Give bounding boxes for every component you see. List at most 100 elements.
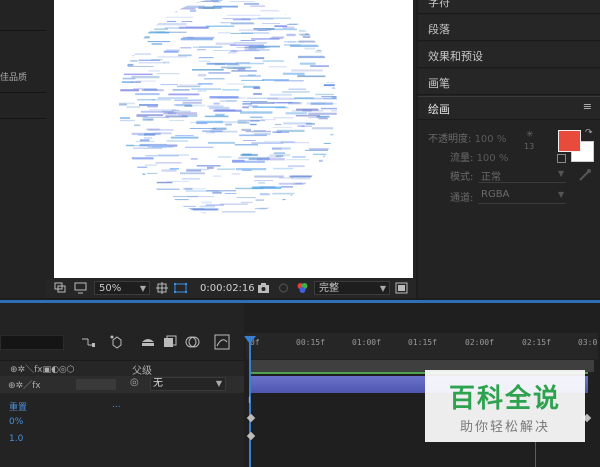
frame-blending-icon[interactable]: [162, 334, 178, 350]
texture-streak: [308, 112, 337, 115]
texture-streak: [206, 25, 235, 27]
texture-streak: [269, 93, 292, 96]
texture-streak: [227, 52, 237, 54]
texture-streak: [165, 115, 188, 118]
texture-streak: [229, 1, 259, 3]
flow-field[interactable]: 流量: 100 %: [450, 149, 508, 164]
region-of-interest-icon[interactable]: [54, 282, 67, 294]
texture-streak: [185, 146, 214, 148]
shy-layers-icon[interactable]: [140, 334, 156, 350]
draft-3d-icon[interactable]: [109, 334, 125, 350]
chevron-down-icon: ▼: [215, 379, 222, 388]
watermark-subtitle: 助你轻松解决: [459, 420, 550, 435]
opacity-field[interactable]: 不透明度: 100 %: [428, 130, 506, 145]
property-value-percent[interactable]: 0%: [9, 417, 23, 427]
texture-streak: [306, 102, 326, 105]
texture-streak: [119, 119, 135, 122]
texture-streak: [298, 40, 320, 43]
texture-streak: [240, 153, 258, 157]
texture-streak: [167, 2, 200, 3]
texture-streak: [354, 61, 360, 62]
panel-effects-presets[interactable]: 效果和预设: [418, 42, 600, 68]
panel-paragraph[interactable]: 段落: [418, 15, 600, 41]
texture-streak: [327, 53, 337, 55]
reset-link[interactable]: 重置: [9, 400, 27, 413]
playhead-handle-icon[interactable]: [244, 336, 256, 344]
texture-streak: [135, 93, 160, 96]
keyframe-navigator-icon[interactable]: I: [248, 396, 251, 406]
viewer-toolbar: 50% ▼ 0:00:02:16 完整 ▼: [46, 279, 416, 298]
texture-streak: [123, 33, 132, 34]
property-options[interactable]: ...: [112, 400, 121, 410]
texture-streak: [240, 201, 253, 204]
channel-dropdown[interactable]: RGBA: [481, 189, 509, 200]
layer-row[interactable]: ⊕✲／fx ◎ 无 ▼: [0, 376, 244, 393]
texture-streak: [332, 19, 337, 22]
texture-streak: [276, 131, 290, 133]
texture-streak: [119, 31, 146, 34]
panel-paint-header[interactable]: 绘画 ≡: [418, 96, 600, 120]
layer-switches[interactable]: ⊕✲／fx: [8, 378, 41, 391]
texture-streak: [176, 212, 206, 215]
chevron-down-icon: ▼: [558, 190, 565, 199]
texture-streak: [254, 57, 265, 60]
texture-streak: [254, 175, 284, 178]
parent-dropdown[interactable]: 无 ▼: [150, 377, 226, 391]
default-colors-icon[interactable]: [557, 154, 566, 163]
composition-canvas[interactable]: [54, 0, 413, 278]
panel-brushes[interactable]: 画笔: [418, 69, 600, 95]
show-snapshot-icon[interactable]: [277, 282, 290, 294]
panel-character[interactable]: 字符: [418, 0, 600, 14]
texture-streak: [348, 116, 356, 117]
color-channels-icon[interactable]: [296, 282, 309, 294]
texture-streak: [230, 23, 255, 25]
texture-streak: [321, 96, 337, 98]
comp-mini-flowchart-icon[interactable]: [80, 334, 96, 350]
texture-streak: [119, 117, 131, 119]
foreground-color-swatch[interactable]: [558, 130, 581, 152]
timeline-search-input[interactable]: [0, 335, 64, 350]
swap-colors-icon[interactable]: ↷: [585, 128, 593, 138]
texture-streak: [341, 76, 374, 77]
texture-streak: [120, 166, 138, 169]
texture-streak: [147, 41, 171, 43]
brush-tip-icon[interactable]: ✳: [526, 130, 534, 140]
ruler-tick-label: 00:15f: [296, 338, 325, 347]
pick-whip-icon[interactable]: ◎: [130, 377, 139, 388]
texture-streak: [177, 5, 205, 8]
motion-blur-icon[interactable]: [185, 334, 201, 350]
zoom-dropdown[interactable]: 50% ▼: [94, 281, 150, 295]
grid-guides-icon[interactable]: [156, 282, 169, 294]
texture-streak: [268, 66, 287, 68]
texture-streak: [191, 88, 221, 90]
texture-streak: [337, 57, 361, 59]
graph-editor-icon[interactable]: [214, 334, 230, 350]
texture-streak: [262, 60, 284, 62]
property-value-number[interactable]: 1.0: [9, 434, 23, 444]
texture-streak: [344, 108, 354, 109]
texture-streak: [280, 186, 293, 188]
texture-streak: [180, 47, 192, 49]
mode-dropdown[interactable]: 正常: [481, 168, 501, 183]
texture-streak: [263, 217, 272, 218]
texture-streak: [136, 114, 164, 116]
camera-snapshot-icon[interactable]: [257, 282, 270, 294]
texture-streak: [255, 208, 271, 210]
layer-switch-boxes[interactable]: [76, 379, 116, 390]
texture-streak: [237, 121, 250, 124]
current-timecode[interactable]: 0:00:02:16: [200, 282, 255, 295]
resolution-dropdown[interactable]: 完整 ▼: [314, 281, 390, 295]
texture-streak: [192, 46, 222, 48]
texture-streak: [160, 84, 178, 86]
fast-preview-icon[interactable]: [395, 282, 408, 294]
texture-streak: [136, 182, 148, 185]
texture-streak: [179, 26, 209, 29]
panel-menu-icon[interactable]: ≡: [583, 100, 592, 113]
texture-streak: [336, 19, 337, 22]
eyedropper-icon[interactable]: [578, 168, 592, 182]
texture-streak: [119, 173, 140, 175]
texture-streak: [147, 106, 158, 108]
mask-visibility-icon[interactable]: [174, 282, 187, 294]
monitor-icon[interactable]: [74, 282, 87, 294]
texture-streak: [131, 75, 160, 79]
